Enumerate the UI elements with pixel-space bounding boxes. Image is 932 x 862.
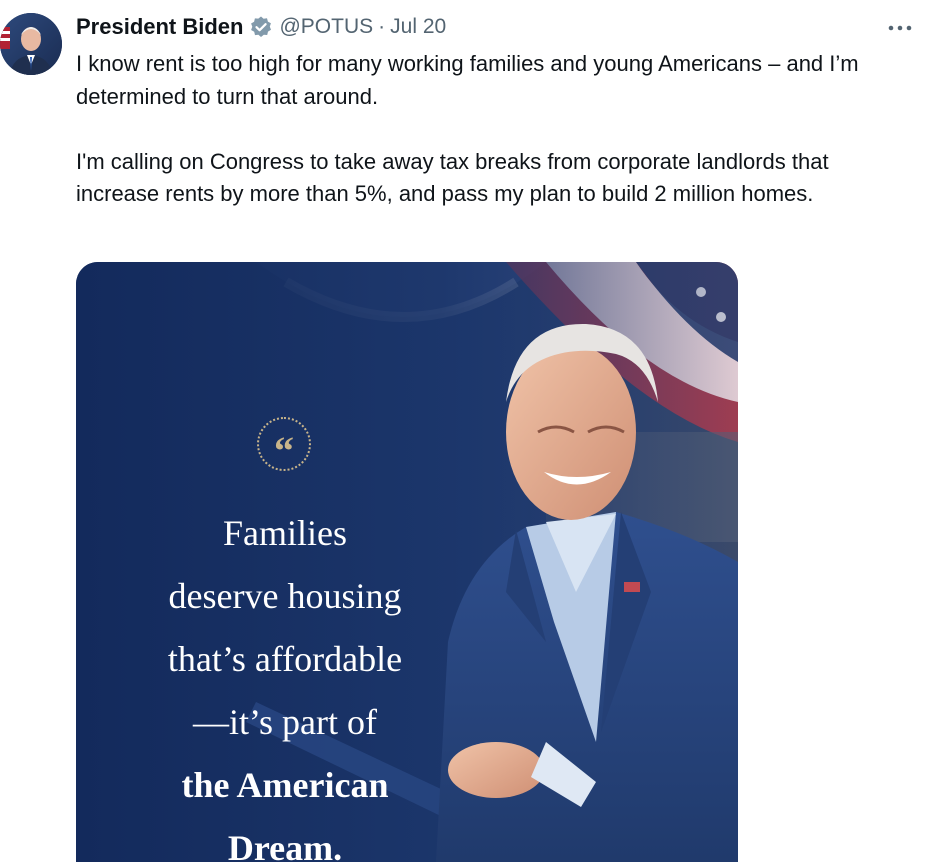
quote-line: Dream.: [227, 828, 343, 862]
tweet-text: I know rent is too high for many working…: [76, 48, 916, 211]
quote-line: the American: [181, 765, 389, 805]
quote-line: Families: [223, 513, 347, 553]
tweet-header: President Biden @POTUS · Jul 20: [76, 12, 446, 42]
quote-line: deserve housing: [168, 576, 402, 616]
separator-dot: ·: [378, 15, 386, 38]
tweet-paragraph-1: I know rent is too high for many working…: [76, 51, 859, 109]
quote-line: —it’s part of: [193, 702, 377, 742]
media-quote-text: Families deserve housing that’s affordab…: [76, 502, 494, 862]
verified-badge-icon[interactable]: [249, 15, 273, 39]
author-handle[interactable]: @POTUS: [279, 15, 373, 39]
author-name[interactable]: President Biden: [76, 14, 243, 40]
tweet-paragraph-2: I'm calling on Congress to take away tax…: [76, 148, 829, 207]
quote-mark-icon: “: [257, 417, 311, 471]
quote-line: that’s affordable: [167, 639, 403, 679]
tweet-date[interactable]: Jul 20: [390, 15, 446, 39]
author-avatar[interactable]: [0, 13, 62, 75]
more-options-icon[interactable]: [886, 14, 914, 42]
tweet-media-image[interactable]: “ Families deserve housing that’s afford…: [76, 262, 738, 862]
